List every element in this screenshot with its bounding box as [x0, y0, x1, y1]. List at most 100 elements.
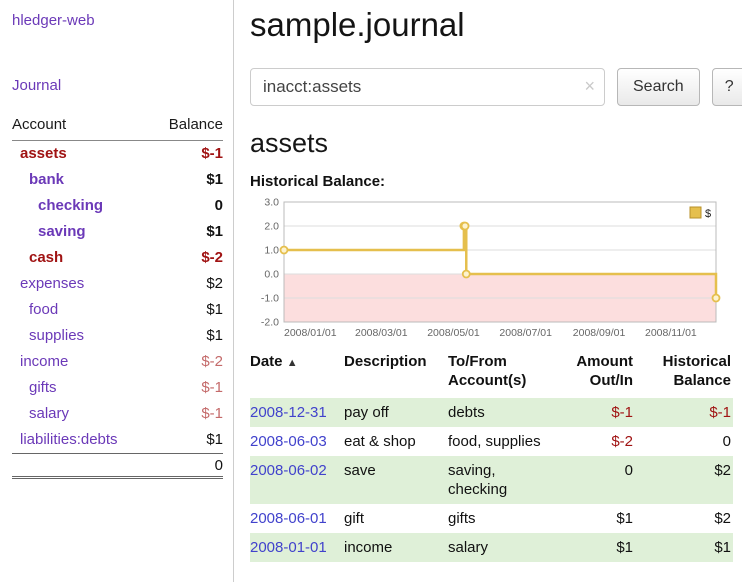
- transaction-description: eat & shop: [344, 427, 448, 456]
- register-header-row: Date ▲ Description To/From Account(s) Am…: [250, 352, 733, 398]
- accounts-total-row: 0: [12, 454, 223, 478]
- journal-link[interactable]: Journal: [12, 77, 223, 94]
- account-row: saving $1: [12, 219, 223, 245]
- search-bar: × Search ?: [250, 68, 742, 106]
- account-row: bank$1: [12, 167, 223, 193]
- transaction-description: income: [344, 533, 448, 562]
- register-row: 2008-06-02savesaving, checking0$2: [250, 456, 733, 504]
- account-balance: $2: [151, 271, 223, 297]
- transaction-date-link[interactable]: 2008-06-03: [250, 433, 327, 450]
- search-input[interactable]: [250, 68, 605, 106]
- register-table: Date ▲ Description To/From Account(s) Am…: [250, 352, 733, 562]
- search-button[interactable]: Search: [617, 68, 700, 106]
- account-link[interactable]: liabilities:debts: [12, 431, 118, 449]
- chart-title: Historical Balance:: [250, 173, 742, 190]
- main-content: sample.journal × Search ? assets Histori…: [234, 0, 742, 582]
- transaction-balance: 0: [635, 427, 733, 456]
- svg-text:0.0: 0.0: [264, 269, 279, 281]
- accounts-total-spacer: [12, 454, 151, 478]
- register-header-date[interactable]: Date ▲: [250, 352, 344, 398]
- sidebar: hledger-web Journal Account Balance asse…: [0, 0, 234, 582]
- account-balance: $-2: [151, 349, 223, 375]
- register-header-accounts: To/From Account(s): [448, 352, 557, 398]
- transaction-accounts: food, supplies: [448, 427, 557, 456]
- account-link[interactable]: checking: [12, 197, 103, 215]
- register-header-date-label: Date: [250, 353, 283, 370]
- account-row: assets $-1: [12, 141, 223, 168]
- account-heading: assets: [250, 128, 742, 159]
- accounts-header-row: Account Balance: [12, 114, 223, 141]
- svg-text:2.0: 2.0: [264, 221, 279, 233]
- transaction-amount: $1: [557, 504, 635, 533]
- account-row: gifts $-1: [12, 375, 223, 401]
- transaction-date-link[interactable]: 2008-01-01: [250, 539, 327, 556]
- account-row: salary $-1: [12, 401, 223, 427]
- transaction-amount: $-2: [557, 427, 635, 456]
- account-link[interactable]: gifts: [12, 379, 57, 397]
- page-title: sample.journal: [250, 6, 742, 44]
- clear-search-icon[interactable]: ×: [584, 76, 595, 97]
- account-balance: $1: [151, 427, 223, 454]
- account-balance: $1: [151, 323, 223, 349]
- accounts-total-value: 0: [151, 454, 223, 478]
- accounts-header-account: Account: [12, 114, 151, 141]
- transaction-amount: $1: [557, 533, 635, 562]
- register-header-balance: Historical Balance: [635, 352, 733, 398]
- transaction-date-link[interactable]: 2008-06-01: [250, 510, 327, 527]
- transaction-balance: $1: [635, 533, 733, 562]
- transaction-accounts: debts: [448, 398, 557, 427]
- svg-text:2008/05/01: 2008/05/01: [427, 327, 480, 339]
- account-row: checking 0: [12, 193, 223, 219]
- account-row: income $-2: [12, 349, 223, 375]
- account-balance: $-1: [151, 141, 223, 168]
- app-title-link[interactable]: hledger-web: [12, 12, 223, 29]
- help-button[interactable]: ?: [712, 68, 742, 106]
- account-link[interactable]: cash: [12, 249, 63, 267]
- account-row: expenses $2: [12, 271, 223, 297]
- accounts-table: Account Balance assets$-1bank$1checking0…: [12, 114, 223, 479]
- transaction-description: pay off: [344, 398, 448, 427]
- svg-text:3.0: 3.0: [264, 197, 279, 209]
- transaction-accounts: saving, checking: [448, 456, 557, 504]
- sort-ascending-icon: ▲: [287, 357, 298, 369]
- account-balance: $-1: [151, 401, 223, 427]
- register-row: 2008-06-01giftgifts$1$2: [250, 504, 733, 533]
- account-link[interactable]: salary: [12, 405, 69, 423]
- svg-text:2008/07/01: 2008/07/01: [499, 327, 552, 339]
- svg-text:-1.0: -1.0: [261, 293, 279, 305]
- page: hledger-web Journal Account Balance asse…: [0, 0, 742, 582]
- account-balance: $-1: [151, 375, 223, 401]
- register-row: 2008-01-01incomesalary$1$1: [250, 533, 733, 562]
- account-row: liabilities:debts $1: [12, 427, 223, 454]
- account-balance: $1: [151, 297, 223, 323]
- historical-balance-chart: 3.02.01.00.0-1.0-2.02008/01/012008/03/01…: [250, 196, 722, 342]
- account-link[interactable]: assets: [12, 145, 67, 163]
- transaction-date-link[interactable]: 2008-06-02: [250, 462, 327, 479]
- svg-text:2008/09/01: 2008/09/01: [573, 327, 626, 339]
- search-field-wrap: ×: [250, 68, 605, 106]
- svg-text:$: $: [705, 208, 711, 220]
- account-balance: $-2: [151, 245, 223, 271]
- account-link[interactable]: food: [12, 301, 58, 319]
- transaction-amount: $-1: [557, 398, 635, 427]
- transaction-accounts: salary: [448, 533, 557, 562]
- transaction-amount: 0: [557, 456, 635, 504]
- transaction-description: save: [344, 456, 448, 504]
- svg-text:2008/01/01: 2008/01/01: [284, 327, 337, 339]
- account-link[interactable]: expenses: [12, 275, 84, 293]
- account-balance: $1: [151, 219, 223, 245]
- transaction-date-link[interactable]: 2008-12-31: [250, 404, 327, 421]
- account-link[interactable]: bank: [12, 171, 64, 189]
- register-header-amount: Amount Out/In: [557, 352, 635, 398]
- account-row: cash $-2: [12, 245, 223, 271]
- register-row: 2008-06-03 eat & shopfood, supplies$-20: [250, 427, 733, 456]
- account-link[interactable]: income: [12, 353, 68, 371]
- register-header-description: Description: [344, 352, 448, 398]
- account-link[interactable]: supplies: [12, 327, 84, 345]
- accounts-header-balance: Balance: [151, 114, 223, 141]
- account-link[interactable]: saving: [12, 223, 86, 241]
- account-balance: 0: [151, 193, 223, 219]
- account-row: supplies $1: [12, 323, 223, 349]
- svg-text:-2.0: -2.0: [261, 317, 279, 329]
- svg-text:2008/11/01: 2008/11/01: [645, 327, 697, 339]
